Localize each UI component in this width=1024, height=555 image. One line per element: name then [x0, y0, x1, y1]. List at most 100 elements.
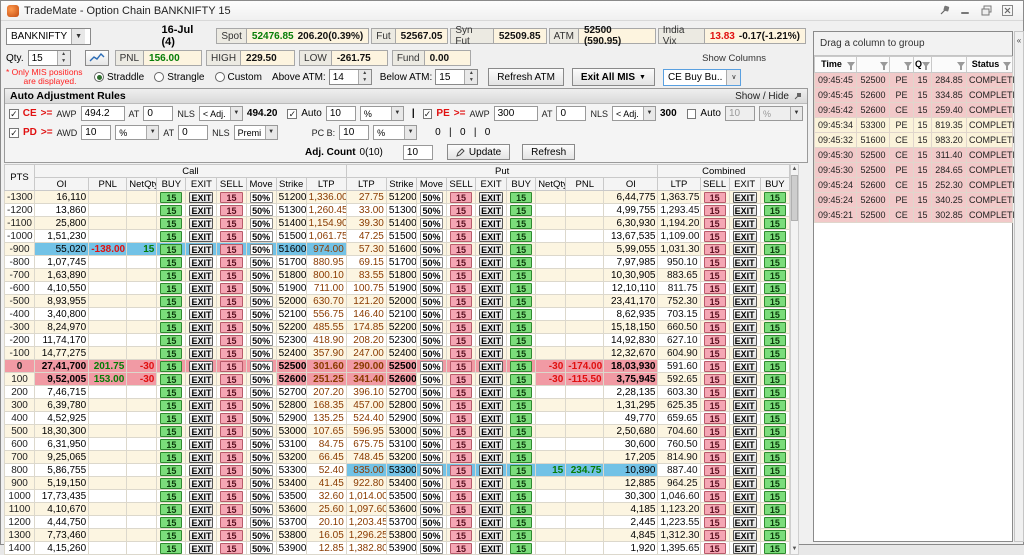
put-exit-button[interactable]: EXIT: [479, 413, 503, 424]
filter-icon[interactable]: [904, 62, 912, 70]
combined-exit-button[interactable]: EXIT: [733, 205, 757, 216]
put-buy-button[interactable]: 15: [510, 218, 532, 229]
put-buy-button[interactable]: 15: [510, 192, 532, 203]
call-move-button[interactable]: 50%: [250, 205, 273, 216]
call-exit-button[interactable]: EXIT: [189, 530, 213, 541]
combined-exit-button[interactable]: EXIT: [733, 413, 757, 424]
put-buy-button[interactable]: 15: [510, 465, 532, 476]
ce-auto-input[interactable]: [326, 106, 356, 121]
call-exit-button[interactable]: EXIT: [189, 348, 213, 359]
combined-sell-button[interactable]: 15: [704, 257, 726, 268]
combined-buy-button[interactable]: 15: [764, 192, 786, 203]
put-sell-button[interactable]: 15: [450, 439, 472, 450]
put-exit-button[interactable]: EXIT: [479, 283, 503, 294]
combined-exit-button[interactable]: EXIT: [733, 400, 757, 411]
put-buy-button[interactable]: 15: [510, 452, 532, 463]
put-exit-button[interactable]: EXIT: [479, 478, 503, 489]
above-atm-input[interactable]: [330, 70, 358, 84]
order-row[interactable]: 09:45:4252600CE15259.40COMPLETE: [815, 103, 1013, 118]
call-sell-button[interactable]: 15: [220, 413, 242, 424]
pe-pct-select[interactable]: %▼: [759, 106, 803, 121]
pe-rule-checkbox[interactable]: ✓: [423, 109, 433, 119]
call-exit-button[interactable]: EXIT: [189, 244, 213, 255]
filter-icon[interactable]: [922, 62, 930, 70]
combined-sell-button[interactable]: 15: [704, 400, 726, 411]
combined-sell-button[interactable]: 15: [704, 452, 726, 463]
call-move-button[interactable]: 50%: [250, 309, 273, 320]
put-buy-button[interactable]: 15: [510, 348, 532, 359]
call-buy-button[interactable]: 15: [160, 348, 182, 359]
put-exit-button[interactable]: EXIT: [479, 270, 503, 281]
put-exit-button[interactable]: EXIT: [479, 322, 503, 333]
combined-exit-button[interactable]: EXIT: [733, 309, 757, 320]
call-exit-button[interactable]: EXIT: [189, 452, 213, 463]
combined-sell-button[interactable]: 15: [704, 361, 726, 372]
pd-pct-select[interactable]: %▼: [115, 125, 159, 140]
radio-custom[interactable]: Custom: [215, 72, 262, 83]
call-move-button[interactable]: 50%: [250, 283, 273, 294]
call-exit-button[interactable]: EXIT: [189, 400, 213, 411]
combined-sell-button[interactable]: 15: [704, 517, 726, 528]
put-buy-button[interactable]: 15: [510, 530, 532, 541]
call-buy-button[interactable]: 15: [160, 309, 182, 320]
combined-sell-button[interactable]: 15: [704, 244, 726, 255]
call-move-button[interactable]: 50%: [250, 296, 273, 307]
put-exit-button[interactable]: EXIT: [479, 231, 503, 242]
ce-pct-select[interactable]: %▼: [360, 106, 404, 121]
ce-rule-checkbox[interactable]: ✓: [9, 109, 19, 119]
combined-sell-button[interactable]: 15: [704, 374, 726, 385]
symbol-select[interactable]: BANKNIFTY ▼: [6, 28, 91, 45]
combined-buy-button[interactable]: 15: [764, 374, 786, 385]
combined-exit-button[interactable]: EXIT: [733, 517, 757, 528]
call-sell-button[interactable]: 15: [220, 517, 242, 528]
call-move-button[interactable]: 50%: [250, 465, 273, 476]
call-move-button[interactable]: 50%: [250, 335, 273, 346]
call-buy-button[interactable]: 15: [160, 517, 182, 528]
put-move-button[interactable]: 50%: [420, 192, 443, 203]
combined-buy-button[interactable]: 15: [764, 244, 786, 255]
filter-icon[interactable]: [957, 62, 965, 70]
put-sell-button[interactable]: 15: [450, 335, 472, 346]
call-move-button[interactable]: 50%: [250, 231, 273, 242]
combined-exit-button[interactable]: EXIT: [733, 231, 757, 242]
call-exit-button[interactable]: EXIT: [189, 257, 213, 268]
call-sell-button[interactable]: 15: [220, 335, 242, 346]
call-sell-button[interactable]: 15: [220, 465, 242, 476]
put-sell-button[interactable]: 15: [450, 400, 472, 411]
call-sell-button[interactable]: 15: [220, 387, 242, 398]
put-buy-button[interactable]: 15: [510, 374, 532, 385]
ce-auto-checkbox[interactable]: ✓: [287, 109, 297, 119]
combined-buy-button[interactable]: 15: [764, 491, 786, 502]
put-move-button[interactable]: 50%: [420, 218, 443, 229]
put-sell-button[interactable]: 15: [450, 426, 472, 437]
combined-buy-button[interactable]: 15: [764, 478, 786, 489]
combined-sell-button[interactable]: 15: [704, 504, 726, 515]
put-move-button[interactable]: 50%: [420, 491, 443, 502]
combined-sell-button[interactable]: 15: [704, 218, 726, 229]
combined-buy-button[interactable]: 15: [764, 335, 786, 346]
combined-sell-button[interactable]: 15: [704, 439, 726, 450]
call-exit-button[interactable]: EXIT: [189, 413, 213, 424]
put-exit-button[interactable]: EXIT: [479, 348, 503, 359]
chart-icon[interactable]: [85, 50, 109, 66]
combined-exit-button[interactable]: EXIT: [733, 296, 757, 307]
adj-count-input[interactable]: [403, 145, 433, 160]
put-exit-button[interactable]: EXIT: [479, 374, 503, 385]
call-exit-button[interactable]: EXIT: [189, 439, 213, 450]
call-buy-button[interactable]: 15: [160, 192, 182, 203]
combined-exit-button[interactable]: EXIT: [733, 361, 757, 372]
call-exit-button[interactable]: EXIT: [189, 543, 213, 554]
call-sell-button[interactable]: 15: [220, 192, 242, 203]
call-move-button[interactable]: 50%: [250, 478, 273, 489]
call-buy-button[interactable]: 15: [160, 257, 182, 268]
call-buy-button[interactable]: 15: [160, 374, 182, 385]
radio-strangle[interactable]: Strangle: [154, 72, 204, 83]
put-buy-button[interactable]: 15: [510, 426, 532, 437]
combined-exit-button[interactable]: EXIT: [733, 387, 757, 398]
combined-sell-button[interactable]: 15: [704, 465, 726, 476]
call-exit-button[interactable]: EXIT: [189, 517, 213, 528]
put-sell-button[interactable]: 15: [450, 283, 472, 294]
pd-awd-input[interactable]: [81, 125, 111, 140]
combined-buy-button[interactable]: 15: [764, 400, 786, 411]
filter-icon[interactable]: [880, 62, 888, 70]
